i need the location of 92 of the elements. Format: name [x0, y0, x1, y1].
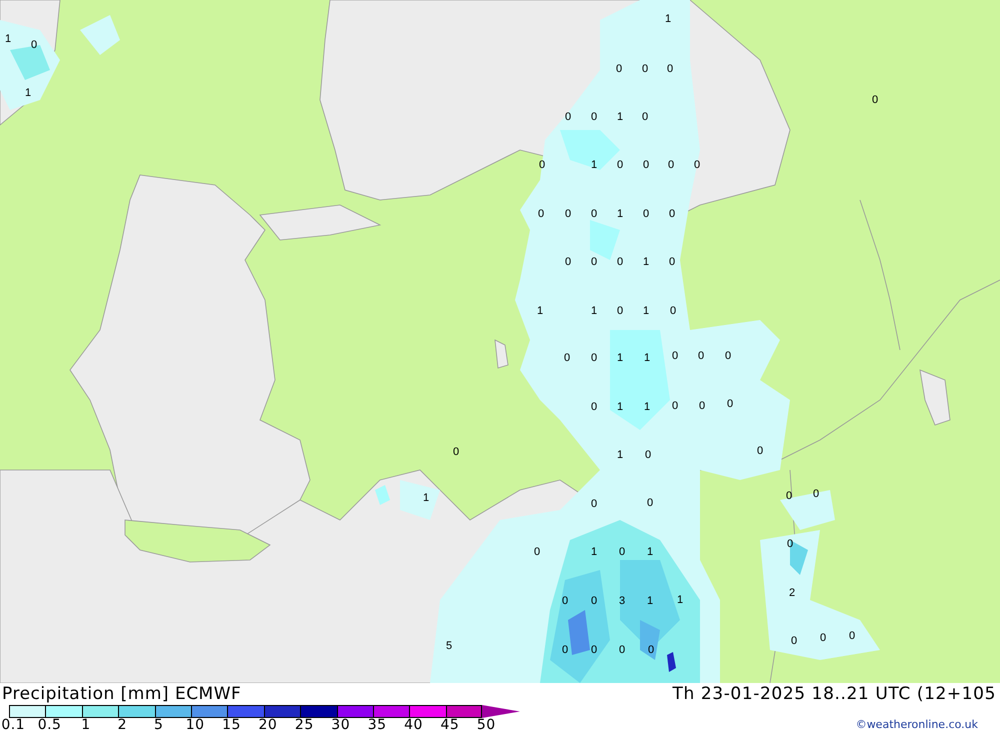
legend-tick-label: 25 [294, 718, 315, 733]
precipitation-value: 1 [616, 111, 624, 123]
precipitation-value: 1 [4, 33, 12, 45]
precipitation-value: 1 [664, 13, 672, 25]
precipitation-value: 2 [788, 587, 796, 599]
precipitation-value: 0 [562, 644, 568, 656]
precipitation-value: 0 [670, 305, 676, 317]
legend-tick-label: 2 [116, 718, 128, 733]
precipitation-value: 0 [564, 352, 570, 364]
precipitation-value: 0 [672, 350, 678, 362]
precipitation-value: 0 [538, 208, 544, 220]
legend-tick-label: 5 [153, 718, 164, 733]
precipitation-value: 1 [644, 401, 650, 413]
precipitation-value: 0 [672, 400, 678, 412]
precipitation-value: 0 [590, 595, 598, 607]
precipitation-value: 0 [786, 538, 794, 550]
legend-tick-label: 10 [184, 718, 206, 733]
precipitation-value: 1 [422, 492, 430, 504]
precipitation-value: 1 [646, 546, 654, 558]
precipitation-value: 0 [590, 644, 598, 656]
precipitation-value: 0 [534, 546, 540, 558]
precipitation-value: 0 [616, 305, 624, 317]
precipitation-value: 0 [668, 208, 676, 220]
precipitation-value: 1 [24, 87, 32, 99]
precipitation-value: 0 [618, 546, 626, 558]
precipitation-value: 0 [562, 595, 568, 607]
valid-time: Th 23-01-2025 18..21 UTC (12+105 [672, 684, 996, 704]
precipitation-value: 0 [820, 632, 826, 644]
precipitation-value: 1 [642, 305, 650, 317]
precipitation-value: 1 [646, 595, 654, 607]
precipitation-value: 0 [618, 644, 626, 656]
precipitation-value: 1 [590, 159, 598, 171]
legend-tick-label: 20 [258, 718, 278, 733]
precipitation-value: 1 [616, 401, 624, 413]
precipitation-value: 1 [590, 546, 598, 558]
legend-tick-label: 15 [221, 718, 242, 733]
precipitation-value: 0 [726, 398, 734, 410]
precipitation-value: 0 [848, 630, 856, 642]
precipitation-value: 1 [644, 352, 650, 364]
precipitation-value: 0 [564, 208, 572, 220]
precipitation-value: 1 [616, 449, 624, 461]
precipitation-value: 0 [642, 208, 650, 220]
precipitation-value: 0 [646, 497, 654, 509]
precipitation-value: 0 [616, 63, 622, 75]
precipitation-value: 0 [30, 39, 38, 51]
precipitation-value: 0 [590, 256, 598, 268]
legend-tick-label: 40 [403, 718, 424, 733]
legend-tick-label: 50 [476, 718, 497, 733]
precipitation-value: 1 [616, 352, 624, 364]
precipitation-value: 5 [446, 640, 452, 652]
precipitation-value: 1 [676, 594, 684, 606]
legend-tick-label: 1 [80, 718, 92, 733]
precipitation-value: 0 [564, 256, 572, 268]
precipitation-value: 0 [642, 63, 648, 75]
legend-title: Precipitation [mm] ECMWF [2, 684, 242, 704]
precipitation-value: 0 [642, 111, 648, 123]
precipitation-value: 0 [590, 401, 598, 413]
precipitation-value: 0 [668, 256, 676, 268]
legend-tick-label: 0.1 [0, 718, 26, 733]
precipitation-value: 0 [564, 111, 572, 123]
precipitation-value: 0 [790, 635, 798, 647]
precipitation-value: 1 [642, 256, 650, 268]
precipitation-value: 0 [590, 498, 598, 510]
precipitation-value: 0 [698, 400, 706, 412]
legend-tick-label: 0.5 [36, 718, 62, 733]
precipitation-value: 0 [590, 111, 598, 123]
precipitation-value: 0 [872, 94, 878, 106]
precipitation-value: 0 [452, 446, 460, 458]
precipitation-value: 1 [616, 208, 624, 220]
credit-link[interactable]: ©weatheronline.co.uk [856, 718, 978, 731]
precipitation-value: 0 [786, 490, 792, 502]
precipitation-value: 0 [668, 159, 674, 171]
legend-tick-label: 30 [330, 718, 352, 733]
legend-tick-label: 45 [439, 718, 460, 733]
precipitation-value: 0 [724, 350, 732, 362]
precipitation-value: 0 [642, 159, 650, 171]
precipitation-value: 0 [666, 63, 674, 75]
legend-tick-label: 35 [366, 718, 388, 733]
precipitation-value: 3 [618, 595, 626, 607]
precipitation-value: 0 [616, 256, 624, 268]
precipitation-value: 0 [648, 644, 654, 656]
precipitation-value: 1 [590, 305, 598, 317]
precipitation-value: 1 [536, 305, 544, 317]
precipitation-value: 0 [590, 208, 598, 220]
precipitation-value: 0 [644, 449, 652, 461]
precipitation-value: 0 [698, 350, 704, 362]
precipitation-value: 0 [590, 352, 598, 364]
precipitation-value: 0 [694, 159, 700, 171]
precipitation-value: 0 [538, 159, 546, 171]
precipitation-value: 0 [812, 488, 820, 500]
precipitation-value: 0 [756, 445, 764, 457]
precipitation-value: 0 [616, 159, 624, 171]
